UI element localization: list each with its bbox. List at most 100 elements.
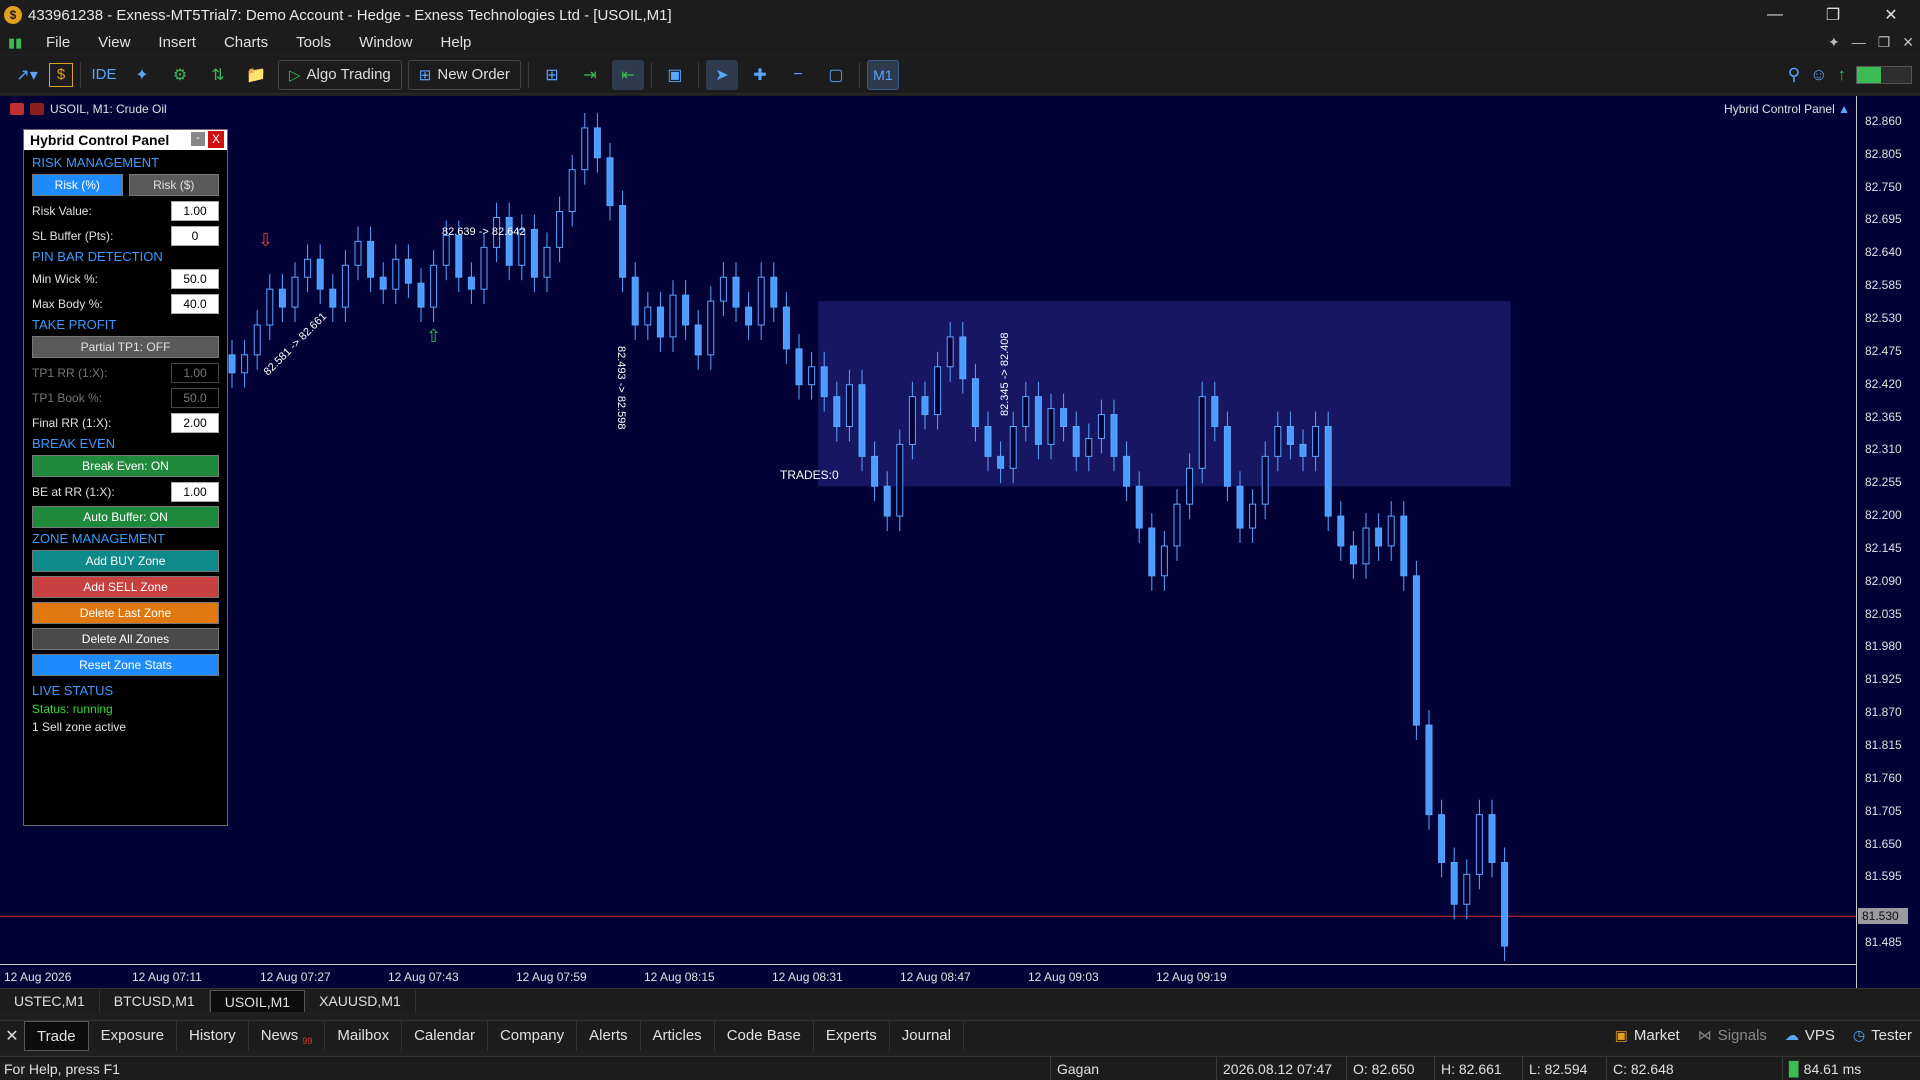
menu-insert[interactable]: Insert — [144, 34, 210, 51]
candle-body — [997, 455, 1005, 469]
algo-trading-button[interactable]: ▷ Algo Trading — [278, 59, 402, 90]
tab-articles[interactable]: Articles — [641, 1020, 715, 1051]
dollar-icon[interactable]: $ — [49, 62, 73, 87]
tab-alerts[interactable]: Alerts — [577, 1020, 641, 1051]
candle-body — [858, 384, 866, 457]
tester-link[interactable]: ◷ Tester — [1853, 1027, 1912, 1044]
menu-window[interactable]: Window — [345, 34, 426, 51]
menu-view[interactable]: View — [84, 34, 144, 51]
panel-minimize-button[interactable]: - — [191, 132, 205, 146]
autoscroll-icon[interactable]: ⇤ — [611, 59, 644, 90]
auto-buffer-button[interactable]: Auto Buffer: ON — [32, 506, 219, 528]
pin-icon[interactable]: ✦ — [1828, 34, 1840, 51]
chart-area[interactable]: 82.581 -> 82.661 82.639 -> 82.642 82.493 -… — [0, 96, 1920, 988]
signal-icon[interactable]: ↑ — [1838, 65, 1847, 85]
price-tick-label: 82.530 — [1865, 311, 1902, 325]
account-icon[interactable]: ☺ — [1810, 65, 1827, 85]
chart-type-dropdown[interactable]: ↗▾ — [11, 60, 43, 90]
mdi-restore-icon[interactable]: ❐ — [1878, 34, 1891, 51]
reset-zone-stats-button[interactable]: Reset Zone Stats — [32, 654, 219, 676]
tab-history[interactable]: History — [177, 1020, 249, 1051]
tab-experts[interactable]: Experts — [814, 1020, 890, 1051]
screenshot-icon[interactable]: ▣ — [659, 60, 691, 90]
tab-journal[interactable]: Journal — [890, 1020, 964, 1051]
risk-value-input[interactable]: 1.00 — [171, 200, 219, 221]
break-even-button[interactable]: Break Even: ON — [32, 455, 219, 477]
chart-bars-icon[interactable]: ▮▮ — [8, 35, 24, 50]
tp1-rr-input[interactable]: 1.00 — [171, 362, 219, 383]
max-body-label: Max Body %: — [32, 296, 103, 311]
tab-ustec[interactable]: USTEC,M1 — [0, 990, 100, 1012]
menu-help[interactable]: Help — [427, 34, 486, 51]
new-order-button[interactable]: ⊞ New Order — [407, 59, 521, 90]
horizontal-line-icon[interactable]: − — [782, 60, 814, 90]
fit-icon[interactable]: ▢ — [820, 60, 852, 90]
add-buy-zone-button[interactable]: Add BUY Zone — [32, 550, 219, 572]
market-link[interactable]: ▣ Market — [1615, 1027, 1680, 1044]
gear-icon[interactable]: ⚙ — [164, 60, 196, 90]
calendar-icon[interactable] — [30, 103, 44, 115]
be-rr-input[interactable]: 1.00 — [171, 481, 219, 502]
period-m1-button[interactable]: M1 — [866, 59, 899, 90]
panel-close-button[interactable]: X — [208, 131, 224, 148]
toolbox-close-icon[interactable]: ✕ — [0, 1026, 24, 1046]
candle-body — [304, 258, 312, 278]
candle-body — [1123, 455, 1131, 487]
cursor-icon[interactable]: ➤ — [705, 59, 738, 90]
delete-all-zones-button[interactable]: Delete All Zones — [32, 628, 219, 650]
tab-trade[interactable]: Trade — [24, 1020, 89, 1051]
sl-buffer-input[interactable]: 0 — [171, 225, 219, 246]
menu-file[interactable]: File — [32, 34, 84, 51]
sparkle-icon[interactable]: ✦ — [126, 60, 158, 90]
title-bar: $ 433961238 - Exness-MT5Trial7: Demo Acc… — [0, 0, 1920, 30]
folder-icon[interactable]: 📁 — [240, 60, 272, 90]
ide-button[interactable]: IDE — [88, 60, 120, 90]
risk-dollar-button[interactable]: Risk ($) — [128, 174, 219, 196]
candle-body — [530, 228, 538, 278]
min-wick-input[interactable]: 50.0 — [171, 268, 219, 289]
crosshair-icon[interactable]: ✚ — [744, 60, 776, 90]
menu-tools[interactable]: Tools — [282, 34, 345, 51]
candle-body — [1438, 814, 1446, 863]
close-icon[interactable]: ✕ — [1862, 0, 1920, 30]
tab-exposure[interactable]: Exposure — [89, 1020, 178, 1051]
sell-zone-box[interactable] — [818, 301, 1511, 487]
profile-name[interactable]: Gagan — [1050, 1057, 1216, 1080]
mdi-close-icon[interactable]: ✕ — [1902, 34, 1914, 51]
candle-body — [934, 366, 942, 416]
panel-header[interactable]: Hybrid Control Panel - X — [24, 130, 227, 150]
price-axis[interactable]: 82.860 82.805 82.750 82.695 82.640 82.585 82.5… — [1856, 96, 1920, 988]
search-icon[interactable]: ⚲ — [1788, 65, 1800, 85]
menu-charts[interactable]: Charts — [210, 34, 282, 51]
tab-calendar[interactable]: Calendar — [402, 1020, 488, 1051]
chart-shift-icon[interactable]: ⇥ — [574, 60, 606, 90]
tab-news[interactable]: News 99 — [249, 1020, 326, 1051]
delete-last-zone-button[interactable]: Delete Last Zone — [32, 602, 219, 624]
mdi-minimize-icon[interactable]: — — [1852, 34, 1866, 51]
tab-mailbox[interactable]: Mailbox — [325, 1020, 403, 1051]
tab-company[interactable]: Company — [488, 1020, 578, 1051]
bar-low: L: 82.594 — [1522, 1057, 1606, 1080]
updown-arrows-icon[interactable]: ⇅ — [202, 60, 234, 90]
tab-usoil[interactable]: USOIL,M1 — [209, 990, 306, 1012]
price-tick-label: 82.310 — [1865, 442, 1902, 457]
tab-xauusd[interactable]: XAUUSD,M1 — [305, 990, 416, 1012]
partial-tp-button[interactable]: Partial TP1: OFF — [32, 336, 219, 358]
vps-link[interactable]: ☁ VPS — [1785, 1027, 1835, 1044]
time-axis[interactable]: 12 Aug 2026 12 Aug 07:11 12 Aug 07:27 12 Au… — [0, 964, 1856, 988]
restore-icon[interactable]: ❐ — [1804, 0, 1862, 30]
candle-body — [1097, 414, 1105, 439]
signals-link[interactable]: ⋈ Signals — [1698, 1027, 1767, 1044]
tile-windows-icon[interactable]: ⊞ — [536, 60, 568, 90]
tab-code-base[interactable]: Code Base — [715, 1020, 814, 1051]
tp1-book-input[interactable]: 50.0 — [171, 387, 219, 408]
candle-body — [845, 384, 853, 428]
max-body-input[interactable]: 40.0 — [171, 293, 219, 314]
tab-btcusd[interactable]: BTCUSD,M1 — [100, 990, 210, 1012]
final-rr-input[interactable]: 2.00 — [171, 412, 219, 433]
minimize-icon[interactable]: — — [1746, 0, 1804, 30]
add-sell-zone-button[interactable]: Add SELL Zone — [32, 576, 219, 598]
risk-percent-button[interactable]: Risk (%) — [32, 174, 123, 196]
one-click-trading-icon[interactable] — [10, 103, 24, 115]
ping-indicator[interactable]: ▉ 84.61 ms — [1782, 1057, 1920, 1080]
